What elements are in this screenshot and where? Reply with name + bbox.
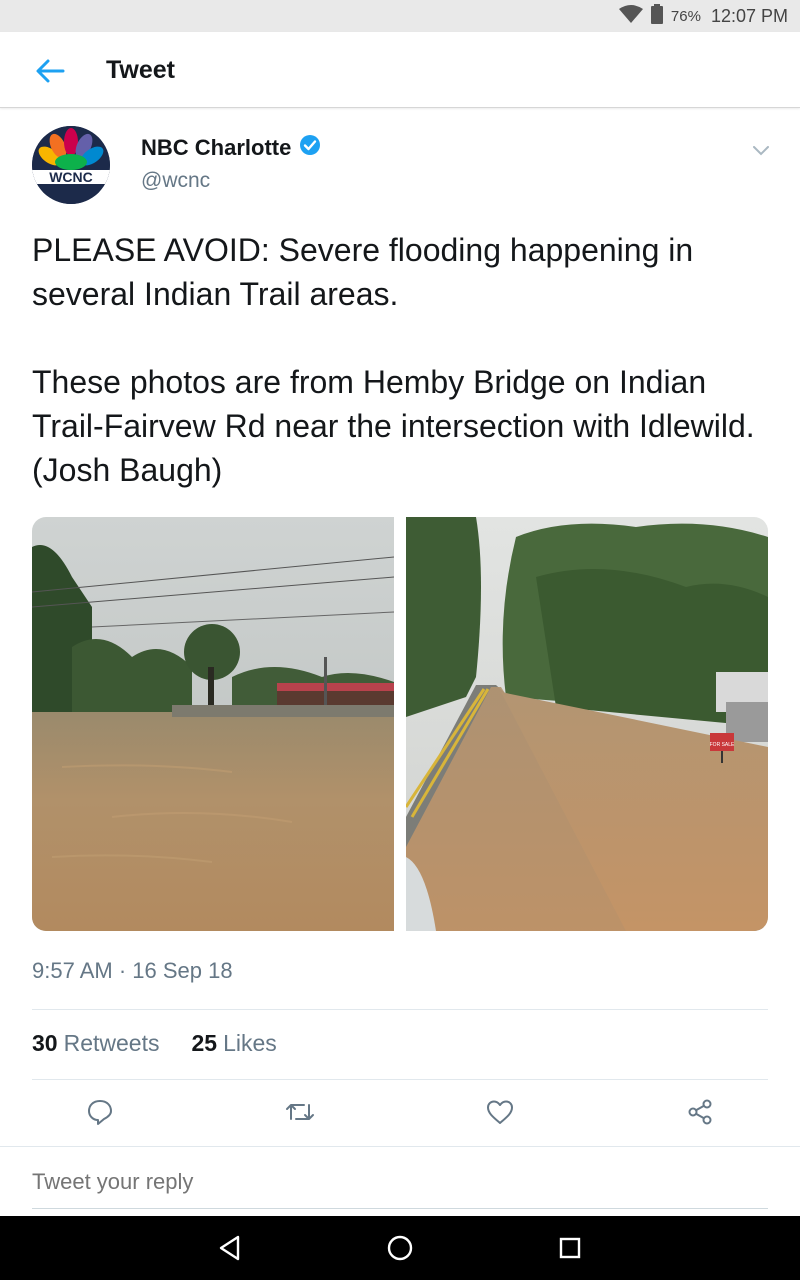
tweet-menu-button[interactable] <box>748 138 774 164</box>
author-name[interactable]: NBC Charlotte <box>141 135 291 161</box>
status-bar: 76% 12:07 PM <box>0 0 800 32</box>
clock: 12:07 PM <box>710 5 788 26</box>
page-title: Tweet <box>106 56 175 84</box>
divider <box>32 1079 768 1080</box>
nav-home-button[interactable] <box>380 1230 420 1266</box>
like-icon <box>487 1100 513 1124</box>
verified-badge-icon <box>299 134 321 161</box>
like-button[interactable] <box>480 1094 520 1130</box>
retweet-icon <box>286 1104 314 1120</box>
back-button[interactable] <box>26 52 74 90</box>
tweet-text-paragraph: These photos are from Hemby Bridge on In… <box>32 364 755 488</box>
battery-icon <box>650 3 663 29</box>
arrow-left-icon <box>36 59 65 83</box>
likes-stat[interactable]: 25 Likes <box>191 1030 276 1057</box>
tweet-text-paragraph: PLEASE AVOID: Severe flooding happening … <box>32 232 694 312</box>
system-nav-bar <box>0 1216 800 1280</box>
reply-underline <box>32 1208 768 1209</box>
tweet-stats: 30 Retweets 25 Likes <box>32 1030 277 1057</box>
svg-text:WCNC: WCNC <box>49 169 93 185</box>
divider <box>32 1009 768 1010</box>
flooded-road-photo[interactable]: FOR SALE <box>406 517 768 931</box>
flooded-lot-photo[interactable] <box>32 517 394 931</box>
nav-back-button[interactable] <box>210 1230 250 1266</box>
share-button[interactable] <box>680 1094 720 1130</box>
tweet-text: PLEASE AVOID: Severe flooding happening … <box>32 228 772 492</box>
likes-count: 25 <box>191 1030 218 1056</box>
avatar[interactable]: WCNC <box>32 126 110 204</box>
tweet-timestamp[interactable]: 9:57 AM · 16 Sep 18 <box>32 958 233 984</box>
share-icon <box>688 1099 712 1125</box>
app-bar: Tweet <box>0 32 800 108</box>
reply-button[interactable] <box>80 1094 120 1130</box>
retweets-count: 30 <box>32 1030 58 1056</box>
battery-percent: 76% <box>670 7 701 25</box>
reply-composer <box>0 1146 800 1216</box>
retweet-button[interactable] <box>280 1094 320 1130</box>
svg-text:FOR SALE: FOR SALE <box>710 742 735 748</box>
nbc-peacock-logo: WCNC <box>32 126 110 204</box>
reply-input[interactable] <box>32 1169 768 1195</box>
retweets-stat[interactable]: 30 Retweets <box>32 1030 159 1057</box>
wifi-icon <box>618 4 643 28</box>
author-name-row[interactable]: NBC Charlotte <box>141 134 321 161</box>
circle-home-icon <box>387 1235 413 1261</box>
author-handle[interactable]: @wcnc <box>141 169 210 193</box>
likes-label: Likes <box>223 1030 277 1056</box>
chevron-down-icon <box>753 146 769 156</box>
triangle-back-icon <box>219 1235 240 1261</box>
square-recents-icon <box>559 1237 581 1259</box>
reply-icon <box>88 1100 112 1125</box>
retweets-label: Retweets <box>63 1030 160 1056</box>
nav-recents-button[interactable] <box>550 1230 590 1266</box>
status-bar-indicators: 76% 12:07 PM <box>618 3 788 29</box>
